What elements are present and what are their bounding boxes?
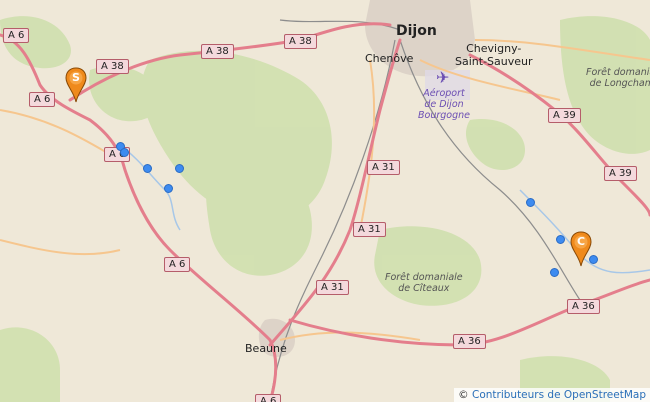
forest-label-citeaux: Forêt domaniale de Cîteaux — [385, 272, 463, 294]
start-marker[interactable]: S — [64, 67, 88, 103]
location-dot[interactable] — [120, 148, 129, 157]
road-shield-a38: A 38 — [201, 44, 234, 59]
city-label-beaune: Beaune — [245, 342, 287, 355]
city-label-dijon: Dijon — [396, 23, 437, 39]
location-dot[interactable] — [143, 164, 152, 173]
city-label-chenove: Chenôve — [365, 52, 414, 65]
road-shield-a31: A 31 — [367, 160, 400, 175]
road-shield-a6: A 6 — [255, 394, 282, 402]
location-dot[interactable] — [526, 198, 535, 207]
road-shield-a6: A 6 — [164, 257, 191, 272]
road-shield-a38: A 38 — [96, 59, 129, 74]
start-marker-label: S — [72, 71, 80, 84]
road-shield-a6: A 6 — [3, 28, 30, 43]
city-label-chevigny: Chevigny- Saint-Sauveur — [455, 42, 533, 68]
road-shield-a6: A 6 — [29, 92, 56, 107]
road-shield-a31: A 31 — [353, 222, 386, 237]
airplane-icon: ✈ — [436, 68, 450, 87]
map-attribution: © Contributeurs de OpenStreetMap — [454, 388, 650, 402]
airport-label: Aéroport de Dijon Bourgogne — [418, 88, 470, 121]
location-dot[interactable] — [164, 184, 173, 193]
road-shield-a39: A 39 — [604, 166, 637, 181]
location-dot[interactable] — [556, 235, 565, 244]
end-marker-label: C — [576, 235, 586, 248]
road-shield-a36: A 36 — [567, 299, 600, 314]
location-dot[interactable] — [175, 164, 184, 173]
location-dot[interactable] — [550, 268, 559, 277]
road-shield-a31: A 31 — [316, 280, 349, 295]
road-shield-a38: A 38 — [284, 34, 317, 49]
road-shield-a36: A 36 — [453, 334, 486, 349]
copyright-symbol: © — [458, 389, 469, 401]
map-view[interactable]: Dijon Chenôve Chevigny- Saint-Sauveur Be… — [0, 0, 650, 402]
road-shield-a39: A 39 — [548, 108, 581, 123]
end-marker[interactable]: C — [569, 231, 593, 267]
forest-label-longchamp: Forêt domaniale de Longchamp — [586, 67, 650, 89]
osm-contributors-link[interactable]: Contributeurs de OpenStreetMap — [472, 389, 646, 401]
